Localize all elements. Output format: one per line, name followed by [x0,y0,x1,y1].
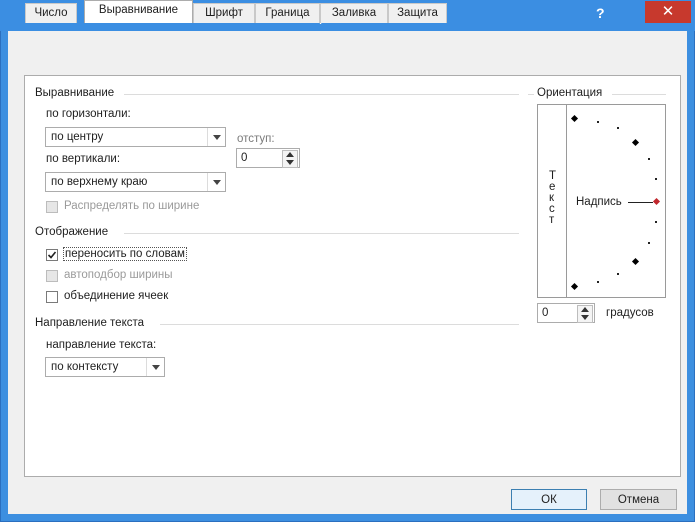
display-divider [124,233,519,234]
degrees-value: 0 [542,307,549,319]
display-group-label: Отображение [35,226,109,238]
tab-font[interactable]: Шрифт [193,3,255,23]
wrap-checkbox[interactable] [46,249,58,261]
angle-dot[interactable] [648,158,650,160]
merge-checkbox[interactable] [46,291,58,303]
close-button[interactable]: ✕ [645,1,691,23]
distribute-checkbox[interactable] [46,201,58,213]
tab-number[interactable]: Число [25,3,77,23]
vertical-label: по вертикали: [46,153,121,165]
direction-divider [160,324,519,325]
orientation-group-label: Ориентация [537,87,603,99]
indent-spinner[interactable]: 0 [236,148,300,168]
angle-dot[interactable] [655,178,657,180]
ok-button[interactable]: ОК [511,489,587,510]
orientation-sample-text: Надпись [576,196,622,208]
degrees-label: градусов [606,307,654,319]
horizontal-value: по центру [51,131,104,143]
angle-dot[interactable] [597,121,599,123]
orientation-divider [612,94,666,95]
indent-label: отступ: [237,133,275,145]
alignment-divider [124,94,519,95]
direction-label: направление текста: [46,339,157,351]
tab-protection[interactable]: Защита [388,3,447,23]
direction-group-label: Направление текста [35,317,145,329]
cancel-button[interactable]: Отмена [600,489,677,510]
spinner-arrows-icon[interactable] [577,305,593,323]
angle-dot[interactable] [648,242,650,244]
help-button[interactable]: ? [596,5,605,21]
shrink-label: автоподбор ширины [64,269,173,281]
checkmark-icon [47,251,57,259]
vertical-select[interactable]: по верхнему краю [45,172,226,192]
vertical-value: по верхнему краю [51,176,148,188]
angle-dot[interactable] [597,281,599,283]
direction-value: по контексту [51,361,119,373]
merge-label: объединение ячеек [64,290,169,302]
tab-alignment[interactable]: Выравнивание [84,0,193,23]
shrink-checkbox[interactable] [46,270,58,282]
angle-dot[interactable] [617,273,619,275]
angle-dot[interactable] [655,221,657,223]
tab-border[interactable]: Граница [255,3,320,23]
direction-select[interactable]: по контексту [45,357,165,377]
distribute-label: Распределять по ширине [64,200,200,212]
spinner-arrows-icon[interactable] [282,150,298,168]
orientation-divider-left [528,94,534,95]
degrees-spinner[interactable]: 0 [537,303,595,323]
chevron-down-icon[interactable] [146,358,164,376]
chevron-down-icon[interactable] [207,128,225,146]
chevron-down-icon[interactable] [207,173,225,191]
indent-value: 0 [241,152,248,164]
angle-dot[interactable] [617,127,619,129]
orientation-needle [628,202,653,203]
horizontal-select[interactable]: по центру [45,127,226,147]
alignment-group-label: Выравнивание [35,87,115,99]
tab-fill[interactable]: Заливка [320,3,388,23]
wrap-label: переносить по словам [63,247,187,261]
horizontal-label: по горизонтали: [46,108,131,120]
vertical-text-letter: т [549,214,555,226]
